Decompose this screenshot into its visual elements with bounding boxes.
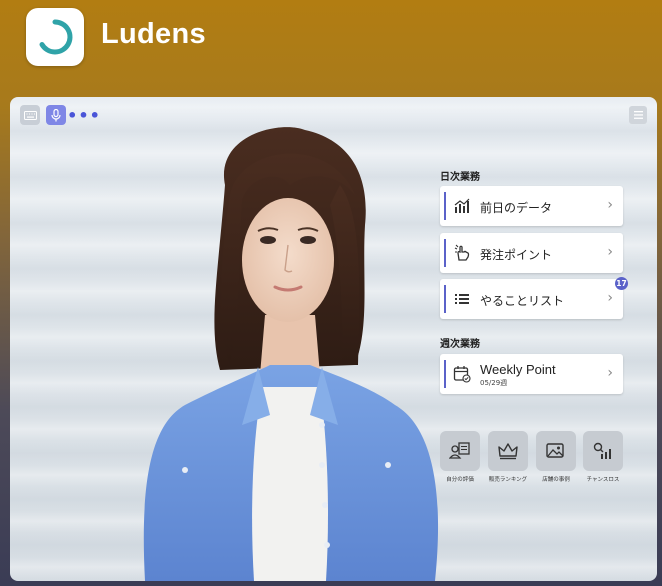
card-label: 発注ポイント xyxy=(480,248,553,262)
card-accent xyxy=(444,285,446,313)
chevron-right-icon: › xyxy=(607,365,613,381)
card-accent xyxy=(444,360,446,388)
quick-self-evaluation-button[interactable] xyxy=(440,431,480,471)
person-doc-icon xyxy=(449,442,470,459)
app-title: Ludens xyxy=(101,18,206,50)
hamburger-icon xyxy=(633,111,643,119)
image-icon xyxy=(546,443,564,458)
quick-chance-loss-button[interactable] xyxy=(583,431,623,471)
card-accent xyxy=(444,239,446,267)
more-options-button[interactable]: ••• xyxy=(67,105,100,125)
card-order-point[interactable]: 発注ポイント › xyxy=(440,233,623,273)
avatar-character xyxy=(143,127,439,581)
chevron-right-icon: › xyxy=(607,290,613,306)
calendar-check-icon xyxy=(453,366,471,383)
menu-button[interactable] xyxy=(629,106,647,124)
card-label: 前日のデータ xyxy=(480,201,553,215)
card-weekly-point[interactable]: Weekly Point 05/29週 › xyxy=(440,354,623,394)
hand-pointer-icon xyxy=(454,244,470,261)
card-previous-day-data[interactable]: 前日のデータ › xyxy=(440,186,623,226)
quick-sales-ranking-button[interactable] xyxy=(488,431,528,471)
daily-section-title: 日次業務 xyxy=(440,172,480,183)
main-window: ••• 日次業務 前日のデータ › 発注ポイント › やることリスト › 17 … xyxy=(10,97,657,581)
card-todo-list[interactable]: やることリスト › xyxy=(440,279,623,319)
card-accent xyxy=(444,192,446,220)
app-header: Ludens xyxy=(0,0,662,92)
quick-label: チャンスロス xyxy=(586,477,620,483)
card-sublabel: 05/29週 xyxy=(480,379,508,387)
weekly-section-title: 週次業務 xyxy=(440,339,480,350)
crown-icon xyxy=(498,443,518,460)
search-chart-icon xyxy=(593,442,611,459)
quick-store-cases-button[interactable] xyxy=(536,431,576,471)
card-label: Weekly Point xyxy=(480,362,556,377)
chevron-right-icon: › xyxy=(607,197,613,213)
more-icon: ••• xyxy=(67,105,101,125)
microphone-icon xyxy=(51,108,61,121)
list-icon xyxy=(455,294,469,304)
chart-icon xyxy=(454,198,470,213)
microphone-button[interactable] xyxy=(46,105,66,125)
chevron-right-icon: › xyxy=(607,244,613,260)
todo-count-badge: 17 xyxy=(615,277,628,290)
keyboard-button[interactable] xyxy=(20,105,40,125)
app-logo xyxy=(26,8,84,66)
keyboard-icon xyxy=(23,110,37,120)
card-label: やることリスト xyxy=(480,294,565,308)
